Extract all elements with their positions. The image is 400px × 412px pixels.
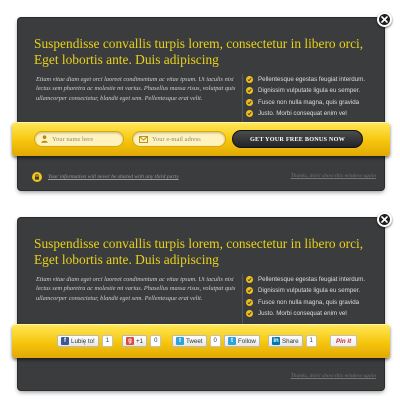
- email-input[interactable]: [152, 135, 214, 143]
- facebook-like-label: Lubię to!: [71, 337, 95, 345]
- column-divider: [242, 74, 243, 124]
- close-icon: [381, 16, 388, 23]
- benefit-text: Justo. Morbi consequat enim vel: [258, 310, 347, 318]
- check-icon: [246, 98, 253, 106]
- check-icon: [246, 87, 253, 95]
- check-icon: [246, 287, 253, 295]
- popup-headline: Suspendisse convallis turpis lorem, cons…: [34, 236, 364, 267]
- column-divider: [242, 274, 243, 324]
- benefit-text: Pellentesque egestas feugiat interdum.: [258, 76, 365, 84]
- google-plus-label: +1: [136, 337, 144, 345]
- benefit-item: Dignissim vulputate ligula eu semper.: [246, 285, 365, 296]
- benefit-item: Dignissim vulputate ligula eu semper.: [246, 85, 365, 96]
- facebook-icon: f: [61, 337, 69, 345]
- user-icon: [41, 135, 48, 143]
- email-field[interactable]: [132, 131, 226, 147]
- name-input[interactable]: [52, 135, 114, 143]
- privacy-note: Your information will never be shared wi…: [32, 172, 179, 182]
- benefit-text: Fusce non nulla magna, quis gravida: [258, 98, 360, 106]
- check-icon: [246, 310, 253, 318]
- social-share-band: f Lubię to! 1 g +1 0 t Tweet 0 t Follow in Sh…: [12, 324, 390, 358]
- name-field[interactable]: [34, 131, 124, 147]
- pinterest-pin-button[interactable]: Pin it: [330, 335, 358, 347]
- get-bonus-button[interactable]: GET YOUR FREE BONUS NOW: [232, 130, 363, 148]
- benefit-text: Dignissim vulputate ligula eu semper.: [258, 87, 361, 95]
- check-icon: [246, 76, 253, 84]
- benefit-text: Pellentesque egestas feugiat interdum.: [258, 276, 365, 284]
- check-icon: [246, 298, 253, 306]
- benefit-item: Justo. Morbi consequat enim vel: [246, 308, 365, 319]
- optin-popup: Suspendisse convallis turpis lorem, cons…: [12, 12, 392, 190]
- google-plus-button[interactable]: g +1: [122, 335, 148, 347]
- popup-body-text: Etiam vitae diam eget orci laoreet condi…: [36, 76, 236, 102]
- twitter-bird-icon: t: [228, 337, 236, 345]
- benefit-list: Pellentesque egestas feugiat interdum. D…: [246, 74, 365, 119]
- benefit-item: Fusce non nulla magna, quis gravida: [246, 97, 365, 108]
- dont-show-again-link[interactable]: Thanks, don't show this window again: [291, 173, 376, 179]
- optin-form-band: GET YOUR FREE BONUS NOW: [12, 122, 390, 156]
- close-button[interactable]: [377, 12, 392, 27]
- linkedin-share-button[interactable]: in Share: [268, 335, 303, 347]
- popup-headline: Suspendisse convallis turpis lorem, cons…: [34, 36, 364, 67]
- benefit-item: Pellentesque egestas feugiat interdum.: [246, 74, 365, 85]
- tweet-count: 0: [209, 335, 221, 347]
- social-popup: Suspendisse convallis turpis lorem, cons…: [12, 212, 392, 390]
- linkedin-share-widget: in Share 1: [268, 334, 317, 348]
- lock-icon: [32, 172, 42, 182]
- tweet-widget: t Tweet 0: [172, 334, 221, 348]
- benefit-item: Justo. Morbi consequat enim vel: [246, 108, 365, 119]
- benefit-item: Pellentesque egestas feugiat interdum.: [246, 274, 365, 285]
- tweet-button[interactable]: t Tweet: [172, 335, 207, 347]
- benefit-text: Dignissim vulputate ligula eu semper.: [258, 287, 361, 295]
- dont-show-again-link[interactable]: Thanks, don't show this window again: [291, 373, 376, 379]
- privacy-text: Your information will never be shared wi…: [48, 174, 179, 180]
- benefit-text: Fusce non nulla magna, quis gravida: [258, 298, 360, 306]
- linkedin-icon: in: [272, 337, 280, 345]
- twitter-follow-widget: t Follow: [224, 334, 260, 348]
- envelope-icon: [139, 135, 148, 143]
- linkedin-share-count: 1: [305, 335, 317, 347]
- benefit-text: Justo. Morbi consequat enim vel: [258, 110, 347, 118]
- close-button[interactable]: [377, 212, 392, 227]
- check-icon: [246, 276, 253, 284]
- popup-body-text: Etiam vitae diam eget orci laoreet condi…: [36, 276, 236, 302]
- tweet-label: Tweet: [186, 337, 203, 345]
- facebook-like-count: 1: [101, 335, 114, 347]
- google-plus-icon: g: [126, 337, 134, 345]
- close-icon: [381, 216, 388, 223]
- google-plus-count: 0: [150, 335, 162, 347]
- linkedin-share-label: Share: [282, 337, 299, 345]
- facebook-like-widget: f Lubię to! 1: [57, 334, 114, 348]
- follow-label: Follow: [238, 337, 256, 345]
- benefit-item: Fusce non nulla magna, quis gravida: [246, 297, 365, 308]
- twitter-follow-button[interactable]: t Follow: [224, 335, 260, 347]
- benefit-list: Pellentesque egestas feugiat interdum. D…: [246, 274, 365, 319]
- check-icon: [246, 110, 253, 118]
- google-plus-widget: g +1 0: [122, 334, 162, 348]
- facebook-like-button[interactable]: f Lubię to!: [57, 335, 99, 347]
- twitter-bird-icon: t: [176, 337, 184, 345]
- pinterest-widget: Pin it: [330, 334, 358, 348]
